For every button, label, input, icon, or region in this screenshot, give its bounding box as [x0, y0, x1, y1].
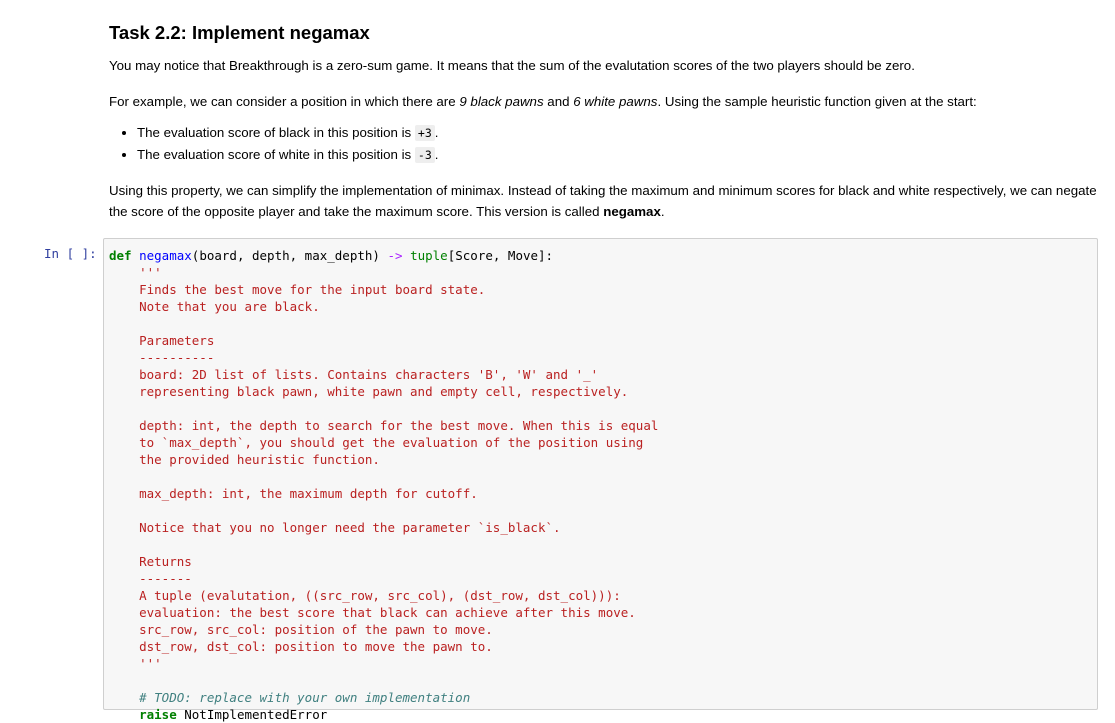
example-text: For example, we can consider a position … — [109, 94, 460, 109]
paragraph-example: For example, we can consider a position … — [109, 92, 977, 112]
paragraph-negamax: Using this property, we can simplify the… — [109, 180, 1099, 222]
white-pawns-text: 6 white pawns — [573, 94, 658, 109]
list-item: The evaluation score of white in this po… — [137, 144, 438, 166]
black-pawns-text: 9 black pawns — [459, 94, 544, 109]
input-prompt: In [ ]: — [44, 246, 97, 261]
bullet-text: The evaluation score of black in this po… — [137, 125, 415, 140]
paragraph-zero-sum: You may notice that Breakthrough is a ze… — [109, 58, 915, 73]
function-params: (board, depth, max_depth) — [191, 248, 380, 263]
todo-comment: # TODO: replace with your own implementa… — [109, 690, 471, 705]
task-heading: Task 2.2: Implement negamax — [109, 22, 370, 43]
docstring: ''' Finds the best move for the input bo… — [139, 265, 659, 671]
inline-code: -3 — [414, 147, 435, 163]
bullet-end: . — [434, 125, 439, 140]
list-item: The evaluation score of black in this po… — [137, 122, 438, 144]
bullet-text: The evaluation score of white in this po… — [137, 147, 415, 162]
function-name: negamax — [139, 248, 192, 263]
return-arrow: -> — [387, 248, 403, 263]
negamax-bold: negamax — [603, 204, 661, 219]
code-cell[interactable]: def negamax(board, depth, max_depth) -> … — [103, 238, 1098, 722]
def-keyword: def — [109, 248, 132, 263]
negamax-end: . — [660, 204, 665, 219]
inline-code: +3 — [414, 125, 435, 141]
return-type: tuple — [410, 248, 448, 263]
example-and: and — [543, 94, 574, 109]
example-suffix: . Using the sample heuristic function gi… — [657, 94, 977, 109]
return-args: [Score, Move]: — [447, 248, 554, 263]
score-list: The evaluation score of black in this po… — [109, 122, 438, 166]
bullet-end: . — [434, 147, 439, 162]
code-editor[interactable]: def negamax(board, depth, max_depth) -> … — [109, 247, 658, 723]
